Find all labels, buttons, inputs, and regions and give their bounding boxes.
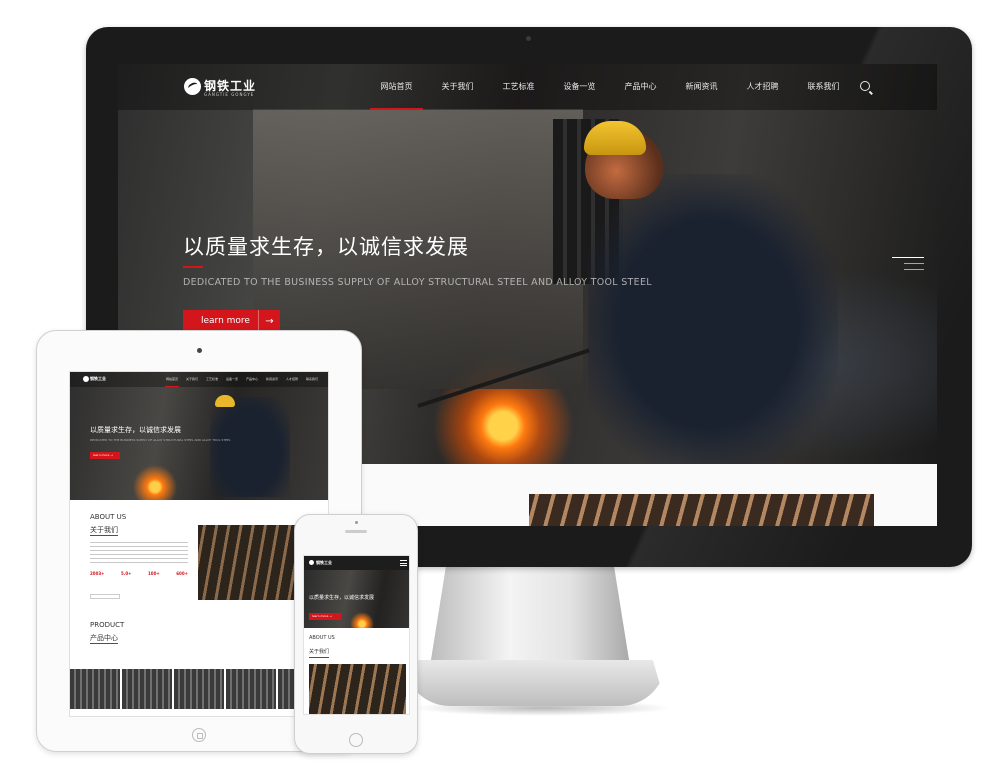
tablet-about-stats: 2003+ 5.0+ 100+ 600+ — [90, 571, 188, 576]
phone-about-underline — [309, 657, 329, 658]
tablet-nav-item-about[interactable]: 关于我们 — [182, 372, 202, 387]
tablet-about-image — [198, 525, 298, 600]
menu-icon[interactable] — [892, 257, 924, 271]
tablet-hero-title: 以质量求生存，以诚信求发展 — [90, 426, 181, 434]
product-card-image[interactable] — [174, 669, 224, 709]
tablet-nav-item-products[interactable]: 产品中心 — [242, 372, 262, 387]
product-card-image[interactable] — [70, 669, 120, 709]
stat-value: 600+ — [176, 571, 188, 576]
tablet-about-title-zh: 关于我们 — [90, 526, 118, 534]
device-mockup-stage: 钢铁工业 GANGTIE GONGYE 网站首页 关于我们 工艺标准 设备一览 … — [0, 0, 1000, 782]
phone-about-image — [309, 664, 406, 714]
hero-title: 以质量求生存，以诚信求发展 — [183, 235, 469, 259]
tablet-product-list — [70, 669, 328, 709]
tablet-about-more-button[interactable] — [90, 594, 120, 599]
tablet-nav-item-home[interactable]: 网站首页 — [162, 372, 182, 387]
hero-title-underline — [183, 266, 203, 268]
product-card-image[interactable] — [122, 669, 172, 709]
tablet-hero-helmet — [215, 395, 235, 407]
tablet-logo-text[interactable]: 钢铁工业 — [90, 376, 106, 382]
tablet-product-title-en: PRODUCT — [90, 621, 125, 629]
phone-navigation: 钢铁工业 — [304, 556, 409, 570]
home-button-icon[interactable] — [192, 728, 206, 742]
main-navigation: 钢铁工业 GANGTIE GONGYE 网站首页 关于我们 工艺标准 设备一览 … — [118, 64, 937, 110]
logo-mark-icon — [83, 376, 89, 382]
tablet-hero-image — [70, 372, 328, 500]
tablet-product-underline — [90, 643, 118, 644]
stat-value: 5.0+ — [121, 571, 132, 576]
nav-item-news[interactable]: 新闻资讯 — [671, 64, 732, 110]
camera-icon — [355, 521, 358, 524]
tablet-nav-item-careers[interactable]: 人才招聘 — [282, 372, 302, 387]
stat-value: 2003+ — [90, 571, 105, 576]
tablet-nav-item-contact[interactable]: 联系我们 — [302, 372, 322, 387]
logo-mark-icon — [309, 560, 314, 565]
next-section-image — [529, 494, 874, 526]
hero-worker-figure — [588, 174, 838, 474]
phone-about-title-en: ABOUT US — [309, 635, 335, 641]
tablet-screen: 钢铁工业 网站首页 关于我们 工艺标准 设备一览 产品中心 新闻资讯 人才招聘 … — [69, 371, 329, 717]
site-logo[interactable]: 钢铁工业 GANGTIE GONGYE — [184, 77, 264, 99]
logo-subtext: GANGTIE GONGYE — [204, 92, 255, 97]
tablet-nav-menu: 网站首页 关于我们 工艺标准 设备一览 产品中心 新闻资讯 人才招聘 联系我们 — [162, 372, 322, 387]
tablet-navigation: 钢铁工业 网站首页 关于我们 工艺标准 设备一览 产品中心 新闻资讯 人才招聘 … — [70, 372, 328, 387]
stat-value: 100+ — [148, 571, 160, 576]
tablet-hero-subtitle: DEDICATED TO THE BUSINESS SUPPLY OF ALLO… — [90, 438, 231, 442]
hero-subtitle: DEDICATED TO THE BUSINESS SUPPLY OF ALLO… — [183, 277, 652, 288]
monitor-stand-base — [404, 660, 666, 706]
tablet-nav-item-process[interactable]: 工艺标准 — [202, 372, 222, 387]
nav-item-about[interactable]: 关于我们 — [427, 64, 488, 110]
tablet-hero-worker — [210, 397, 290, 497]
product-card-image[interactable] — [226, 669, 276, 709]
nav-item-process[interactable]: 工艺标准 — [488, 64, 549, 110]
tablet-learn-more-button[interactable]: learn more → — [90, 452, 120, 459]
phone-learn-more-button[interactable]: learn more → — [309, 613, 341, 620]
tablet-about-paragraph — [90, 542, 188, 566]
menu-icon[interactable] — [400, 560, 407, 566]
logo-mark-icon — [184, 78, 201, 95]
nav-item-products[interactable]: 产品中心 — [610, 64, 671, 110]
nav-item-contact[interactable]: 联系我们 — [793, 64, 854, 110]
phone-speaker — [345, 530, 367, 533]
phone-logo-text[interactable]: 钢铁工业 — [316, 560, 332, 566]
tablet-about-title-en: ABOUT US — [90, 513, 127, 521]
phone-about-title-zh: 关于我们 — [309, 649, 330, 655]
home-button-icon[interactable] — [349, 733, 363, 747]
monitor-stand-neck — [430, 566, 630, 666]
phone-hero-title: 以质量求生存，以诚信求发展 — [309, 595, 375, 601]
nav-item-equipment[interactable]: 设备一览 — [549, 64, 610, 110]
tablet-product-title-zh: 产品中心 — [90, 634, 118, 642]
search-icon[interactable] — [860, 81, 870, 91]
nav-item-careers[interactable]: 人才招聘 — [732, 64, 793, 110]
camera-icon — [197, 348, 202, 353]
nav-menu: 网站首页 关于我们 工艺标准 设备一览 产品中心 新闻资讯 人才招聘 联系我们 — [366, 64, 854, 110]
tablet-nav-item-equipment[interactable]: 设备一览 — [222, 372, 242, 387]
tablet-nav-item-news[interactable]: 新闻资讯 — [262, 372, 282, 387]
phone-screen: 钢铁工业 以质量求生存，以诚信求发展 learn more → ABOUT US… — [303, 555, 410, 715]
learn-more-label: learn more — [201, 316, 250, 326]
phone-device: 钢铁工业 以质量求生存，以诚信求发展 learn more → ABOUT US… — [294, 514, 418, 754]
tablet-about-underline — [90, 535, 118, 536]
camera-icon — [526, 36, 531, 41]
nav-item-home[interactable]: 网站首页 — [366, 64, 427, 110]
